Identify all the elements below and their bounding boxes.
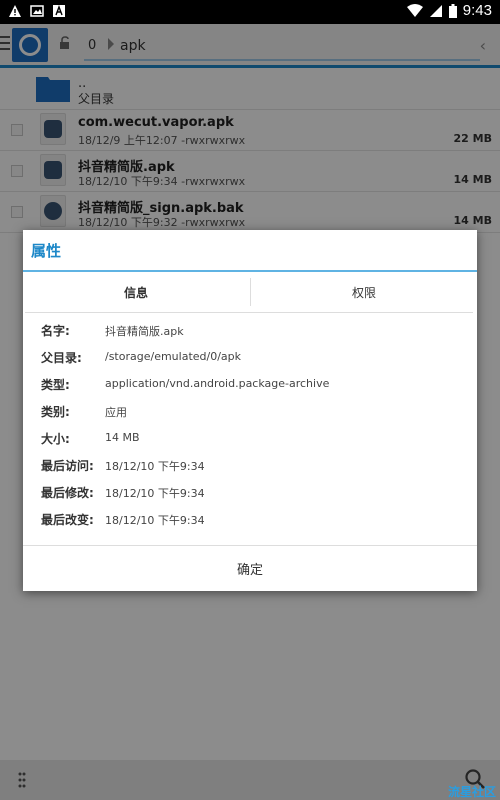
property-value: 14 MB: [105, 431, 140, 444]
property-key: 最后修改:: [41, 486, 94, 500]
property-value: application/vnd.android.package-archive: [105, 377, 330, 390]
property-row: 最后访问: 18/12/10 下午9:34: [23, 457, 477, 484]
warning-icon: [9, 5, 21, 17]
property-value: 18/12/10 下午9:34: [105, 460, 205, 473]
property-row: 最后修改: 18/12/10 下午9:34: [23, 484, 477, 511]
tabs-divider: [25, 312, 473, 313]
font-icon: [53, 5, 65, 17]
property-key: 最后改变:: [41, 513, 94, 527]
property-key: 类别:: [41, 405, 70, 419]
dialog-title-divider: [23, 270, 477, 272]
battery-icon: [448, 3, 457, 18]
status-bar: 9:43: [0, 0, 500, 24]
watermark: 流星社区: [447, 785, 496, 799]
property-value: 18/12/10 下午9:34: [105, 487, 205, 500]
wifi-icon: [406, 3, 423, 17]
property-key: 名字:: [41, 324, 70, 338]
dialog-title: 属性: [31, 242, 62, 260]
property-key: 类型:: [41, 378, 70, 392]
property-row: 最后改变: 18/12/10 下午9:34: [23, 511, 477, 538]
properties-dialog: 属性 信息 权限 名字: 抖音精简版.apk 父目录: /storage/emula…: [23, 230, 477, 591]
clock: 9:43: [462, 2, 492, 19]
property-key: 大小:: [41, 432, 70, 446]
dialog-tabs: 信息 权限: [23, 274, 477, 310]
property-row: 名字: 抖音精简版.apk: [23, 322, 477, 349]
ok-button[interactable]: 确定: [23, 546, 477, 591]
property-row: 类型: application/vnd.android.package-archi…: [23, 376, 477, 403]
property-value: 18/12/10 下午9:34: [105, 514, 205, 527]
property-key: 最后访问:: [41, 459, 94, 473]
tab-permissions[interactable]: 权限: [251, 274, 477, 310]
property-value: 抖音精简版.apk: [105, 325, 184, 338]
property-value: 应用: [105, 406, 127, 419]
property-row: 大小: 14 MB: [23, 430, 477, 457]
image-icon: [30, 5, 44, 17]
properties-list: 名字: 抖音精简版.apk 父目录: /storage/emulated/0/apk…: [23, 322, 477, 538]
signal-icon: [429, 4, 442, 17]
property-key: 父目录:: [41, 351, 82, 365]
property-row: 类别: 应用: [23, 403, 477, 430]
property-value: /storage/emulated/0/apk: [105, 350, 242, 363]
property-row: 父目录: /storage/emulated/0/apk: [23, 349, 477, 376]
tab-info[interactable]: 信息: [23, 274, 249, 310]
